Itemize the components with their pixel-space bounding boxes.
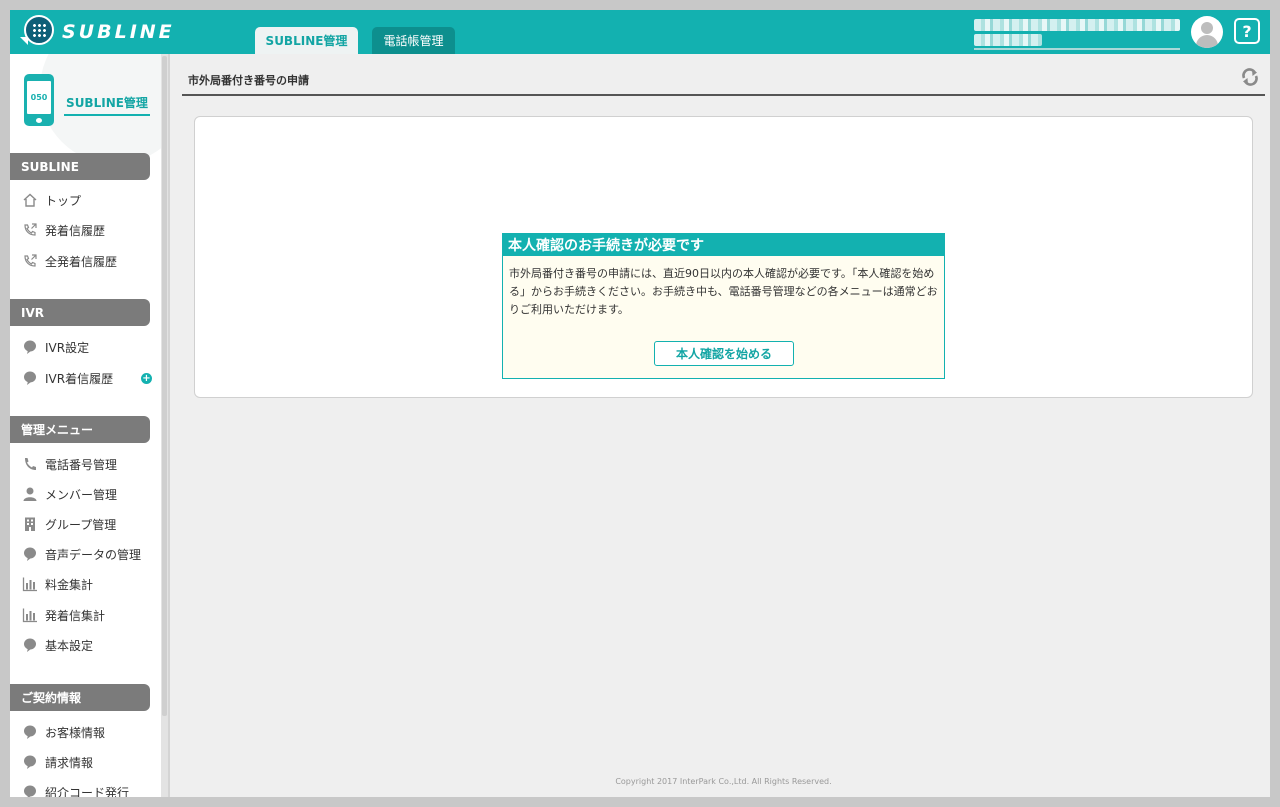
bubble-icon	[22, 637, 38, 653]
home-icon	[22, 192, 38, 208]
person-icon	[22, 486, 38, 502]
building-icon	[22, 516, 38, 532]
bubble-icon	[22, 370, 38, 386]
sidebar-item-call-history[interactable]: 発着信履歴	[22, 219, 152, 241]
sidebar-item-phone-number-management[interactable]: 電話番号管理	[22, 453, 152, 475]
smartphone-icon: 050	[24, 74, 54, 126]
phone-arrow-icon	[22, 253, 38, 269]
refresh-icon[interactable]	[1239, 66, 1261, 88]
bubble-icon	[22, 339, 38, 355]
bar-chart-icon	[22, 576, 38, 592]
copyright-text: Copyright 2017 InterPark Co.,Ltd. All Ri…	[615, 777, 832, 786]
user-account-info[interactable]	[974, 16, 1180, 50]
logo-keypad-icon	[20, 15, 54, 45]
top-header: SUBLINE SUBLINE管理 電話帳管理 ?	[10, 10, 1270, 54]
subline-logo[interactable]: SUBLINE	[18, 13, 218, 51]
sidebar-section-subline: SUBLINE	[10, 153, 150, 180]
sidebar-item-call-summary[interactable]: 発着信集計	[22, 604, 152, 626]
identity-verification-notice: 本人確認のお手続きが必要です 市外局番付き番号の申請には、直近90日以内の本人確…	[502, 233, 945, 379]
page-title: 市外局番付き番号の申請	[188, 74, 309, 87]
bar-chart-icon	[22, 607, 38, 623]
expand-plus-icon[interactable]: +	[141, 372, 152, 384]
main-content: 市外局番付き番号の申請 本人確認のお手続きが必要です 市外局番付き番号の申請には…	[170, 54, 1270, 797]
sidebar-item-audio-data-management[interactable]: 音声データの管理	[22, 543, 152, 565]
sidebar-item-referral-code[interactable]: 紹介コード発行	[22, 781, 152, 797]
sidebar-item-ivr-history[interactable]: IVR着信履歴 +	[22, 367, 152, 389]
user-avatar-icon[interactable]	[1191, 16, 1223, 48]
help-button[interactable]: ?	[1234, 18, 1260, 44]
sidebar-item-group-management[interactable]: グループ管理	[22, 513, 152, 535]
sidebar-section-admin: 管理メニュー	[10, 416, 150, 443]
notice-body-text: 市外局番付き番号の申請には、直近90日以内の本人確認が必要です。「本人確認を始め…	[509, 267, 938, 316]
sidebar: 050 SUBLINE管理 SUBLINE トップ 発着信履歴 全発着信履歴 I…	[10, 54, 161, 797]
notice-heading: 本人確認のお手続きが必要です	[503, 234, 944, 256]
tab-phonebook-management[interactable]: 電話帳管理	[372, 27, 455, 54]
sidebar-item-ivr-settings[interactable]: IVR設定	[22, 336, 152, 358]
sidebar-section-ivr: IVR	[10, 299, 150, 326]
bubble-icon	[22, 784, 38, 797]
scrollbar-thumb[interactable]	[162, 56, 167, 716]
sidebar-scrollbar[interactable]	[161, 54, 168, 797]
logo-text: SUBLINE	[62, 21, 175, 43]
sidebar-item-billing-info[interactable]: 請求情報	[22, 751, 152, 773]
start-identity-verification-button[interactable]: 本人確認を始める	[654, 341, 794, 366]
sidebar-section-contract: ご契約情報	[10, 684, 150, 711]
sidebar-item-fee-summary[interactable]: 料金集計	[22, 573, 152, 595]
phone-icon	[22, 456, 38, 472]
sidebar-item-member-management[interactable]: メンバー管理	[22, 483, 152, 505]
sidebar-item-all-call-history[interactable]: 全発着信履歴	[22, 250, 152, 272]
sidebar-brand-label[interactable]: SUBLINE管理	[64, 94, 150, 116]
sidebar-item-top[interactable]: トップ	[22, 189, 152, 211]
bubble-icon	[22, 724, 38, 740]
phone-arrow-icon	[22, 222, 38, 238]
tab-subline-management[interactable]: SUBLINE管理	[255, 27, 358, 54]
sidebar-item-customer-info[interactable]: お客様情報	[22, 721, 152, 743]
bubble-icon	[22, 546, 38, 562]
bubble-icon	[22, 754, 38, 770]
sidebar-item-basic-settings[interactable]: 基本設定	[22, 634, 152, 656]
